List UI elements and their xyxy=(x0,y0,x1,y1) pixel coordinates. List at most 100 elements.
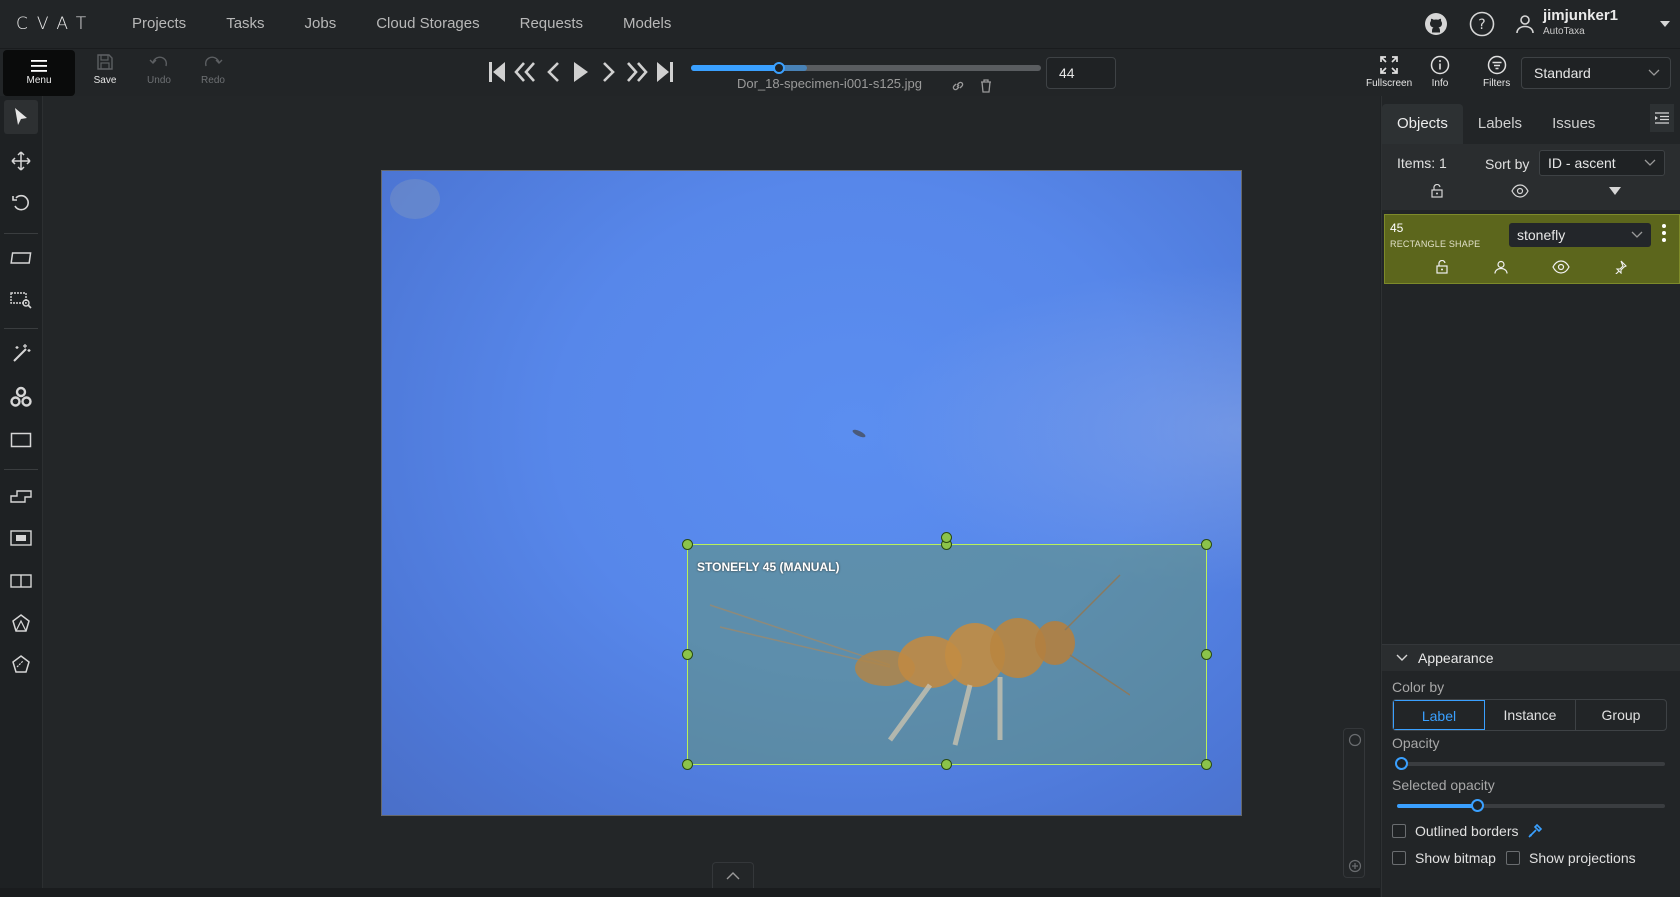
selected-opacity-slider[interactable] xyxy=(1397,799,1665,812)
sort-select[interactable]: ID - ascent xyxy=(1539,150,1665,176)
show-projections-checkbox[interactable]: Show projections xyxy=(1506,850,1636,866)
color-by-instance-option[interactable]: Instance xyxy=(1485,700,1576,730)
color-by-label-option[interactable]: Label xyxy=(1393,700,1485,730)
opacity-slider[interactable] xyxy=(1395,757,1665,770)
resize-handle-left[interactable] xyxy=(682,649,693,660)
opacity-slider-knob[interactable] xyxy=(1395,757,1408,770)
save-button[interactable]: Save xyxy=(85,53,125,93)
collapse-sidebar-button[interactable] xyxy=(1650,104,1674,132)
object-item-45[interactable]: 45 RECTANGLE SHAPE stonefly xyxy=(1384,214,1680,284)
frame-slider-knob[interactable] xyxy=(772,62,785,74)
first-frame-button[interactable] xyxy=(486,59,508,85)
organization-name: AutoTaxa xyxy=(1542,26,1585,37)
tool-divider xyxy=(4,328,38,329)
undo-button[interactable]: Undo xyxy=(139,53,179,93)
merge-tool[interactable] xyxy=(4,479,38,513)
menu-button[interactable]: Menu xyxy=(3,50,75,96)
rotate-tool[interactable] xyxy=(4,186,38,220)
color-by-segmented: Label Instance Group xyxy=(1392,699,1667,731)
controls-sidebar xyxy=(0,96,43,897)
cursor-tool[interactable] xyxy=(4,100,38,134)
resize-handle-bottom-right[interactable] xyxy=(1201,759,1212,770)
collapse-bottom-button[interactable] xyxy=(712,862,754,888)
nav-models[interactable]: Models xyxy=(603,0,691,48)
cursor-icon xyxy=(15,108,27,125)
outlined-borders-checkbox[interactable]: Outlined borders xyxy=(1392,823,1543,839)
workspace-select[interactable]: Standard xyxy=(1521,57,1671,89)
last-frame-button[interactable] xyxy=(654,59,676,85)
resize-handle-right[interactable] xyxy=(1201,649,1212,660)
expand-all-icon[interactable] xyxy=(1609,186,1621,196)
nav-tasks[interactable]: Tasks xyxy=(206,0,284,48)
nav-cloud-storages[interactable]: Cloud Storages xyxy=(356,0,499,48)
double-chevron-right-icon xyxy=(627,62,648,82)
canvas-mini-controls xyxy=(1343,728,1365,878)
forward-step-button[interactable] xyxy=(626,59,648,85)
slice-tool[interactable] xyxy=(4,647,38,681)
chevron-right-icon xyxy=(603,62,615,82)
filters-button[interactable]: Filters xyxy=(1483,55,1510,89)
color-picker-icon[interactable] xyxy=(1527,823,1543,839)
back-step-button[interactable] xyxy=(514,59,536,85)
circle-icon[interactable] xyxy=(1348,733,1362,747)
undo-label: Undo xyxy=(147,75,171,86)
draw-rectangle-tool[interactable] xyxy=(4,423,38,457)
object-label-select[interactable]: stonefly xyxy=(1509,223,1651,247)
redo-button[interactable]: Redo xyxy=(193,53,233,93)
frame-slider[interactable] xyxy=(691,62,1041,74)
appearance-header[interactable]: Appearance xyxy=(1382,645,1680,671)
eye-all-icon[interactable] xyxy=(1511,184,1529,198)
nav-projects[interactable]: Projects xyxy=(112,0,206,48)
selected-opacity-label: Selected opacity xyxy=(1392,777,1495,793)
previous-frame-button[interactable] xyxy=(542,59,564,85)
user-menu[interactable]: jimjunker1 AutoTaxa xyxy=(1515,8,1670,40)
rotation-handle[interactable] xyxy=(941,532,952,543)
zoom-region-tool[interactable] xyxy=(4,283,38,317)
split-tool[interactable] xyxy=(4,564,38,598)
bottom-bar xyxy=(0,888,1380,897)
pin-icon[interactable] xyxy=(1613,260,1627,274)
redo-icon xyxy=(204,56,223,67)
play-button[interactable] xyxy=(570,59,592,85)
resize-handle-top-left[interactable] xyxy=(682,539,693,550)
group-tool[interactable] xyxy=(4,521,38,555)
tab-labels[interactable]: Labels xyxy=(1463,104,1537,144)
join-tool[interactable] xyxy=(4,606,38,640)
show-bitmap-checkbox[interactable]: Show bitmap xyxy=(1392,850,1496,866)
info-button[interactable]: Info xyxy=(1430,55,1450,89)
appearance-panel: Appearance Color by Label Instance Group… xyxy=(1382,644,1680,897)
github-icon[interactable] xyxy=(1423,11,1449,37)
lock-all-icon[interactable] xyxy=(1430,184,1444,198)
frame-number-input[interactable]: 44 xyxy=(1046,57,1116,89)
magic-wand-tool[interactable] xyxy=(4,336,38,370)
fullscreen-button[interactable]: Fullscreen xyxy=(1366,55,1412,89)
fit-image-tool[interactable] xyxy=(4,241,38,275)
move-tool[interactable] xyxy=(4,144,38,178)
nav-requests[interactable]: Requests xyxy=(500,0,603,48)
opencv-tool[interactable] xyxy=(4,380,38,414)
more-vertical-icon[interactable] xyxy=(1661,223,1667,243)
opacity-label: Opacity xyxy=(1392,735,1440,751)
selected-opacity-slider-knob[interactable] xyxy=(1471,799,1485,812)
copy-link-icon[interactable] xyxy=(951,79,965,93)
resize-handle-top-right[interactable] xyxy=(1201,539,1212,550)
resize-handle-bottom[interactable] xyxy=(941,759,952,770)
user-icon[interactable] xyxy=(1494,260,1508,274)
tab-objects[interactable]: Objects xyxy=(1382,104,1463,144)
color-by-group-option[interactable]: Group xyxy=(1576,700,1666,730)
items-count: Items: 1 xyxy=(1397,155,1447,171)
cvat-logo[interactable]: CVAT xyxy=(16,14,96,34)
eye-icon[interactable] xyxy=(1552,260,1570,274)
info-label: Info xyxy=(1431,78,1449,89)
magic-wand-icon xyxy=(13,344,31,362)
next-frame-button[interactable] xyxy=(598,59,620,85)
resize-handle-bottom-left[interactable] xyxy=(682,759,693,770)
add-circle-icon[interactable] xyxy=(1348,859,1362,873)
delete-frame-icon[interactable] xyxy=(980,79,992,93)
help-icon[interactable]: ? xyxy=(1469,11,1495,37)
lock-icon[interactable] xyxy=(1435,260,1449,274)
tab-issues[interactable]: Issues xyxy=(1537,104,1610,144)
frame-filename: Dor_18-specimen-i001-s125.jpg xyxy=(737,76,922,91)
fit-image-icon xyxy=(10,252,32,264)
nav-jobs[interactable]: Jobs xyxy=(285,0,357,48)
